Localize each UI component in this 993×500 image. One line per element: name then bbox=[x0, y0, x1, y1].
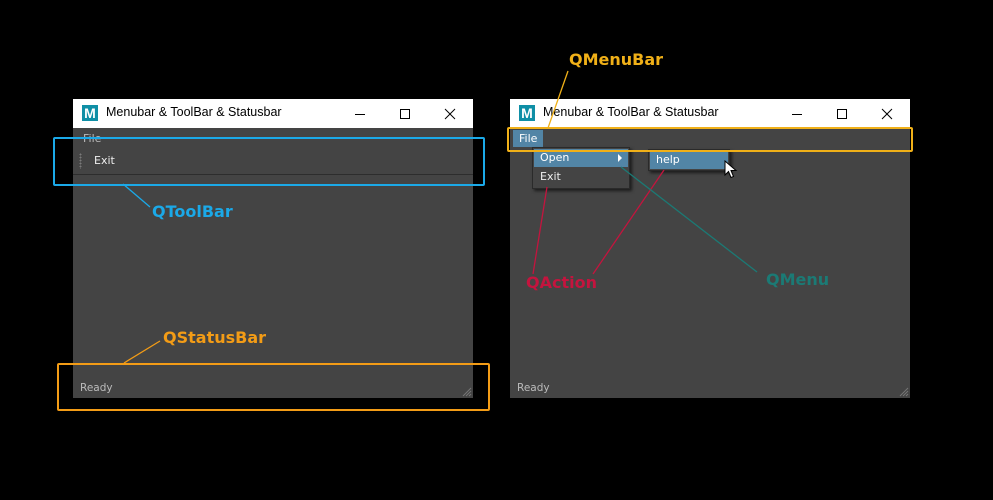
qstatusbar-label: QStatusBar bbox=[163, 328, 267, 347]
action-leader-help bbox=[592, 169, 665, 275]
toolbar-leader bbox=[122, 183, 151, 208]
qtoolbar-label: QToolBar bbox=[152, 202, 233, 221]
toolbar-callout-box bbox=[53, 137, 485, 186]
menubar-leader bbox=[547, 70, 569, 129]
menu-leader bbox=[620, 166, 758, 273]
qmenubar-label: QMenuBar bbox=[569, 50, 664, 69]
qaction-label: QAction bbox=[526, 273, 597, 292]
statusbar-callout-box bbox=[57, 363, 490, 411]
annotation-leaders bbox=[122, 70, 758, 364]
menubar-callout-box bbox=[507, 127, 913, 152]
statusbar-leader bbox=[123, 340, 161, 364]
action-leader-open bbox=[532, 186, 548, 275]
qmenu-label: QMenu bbox=[766, 270, 830, 289]
